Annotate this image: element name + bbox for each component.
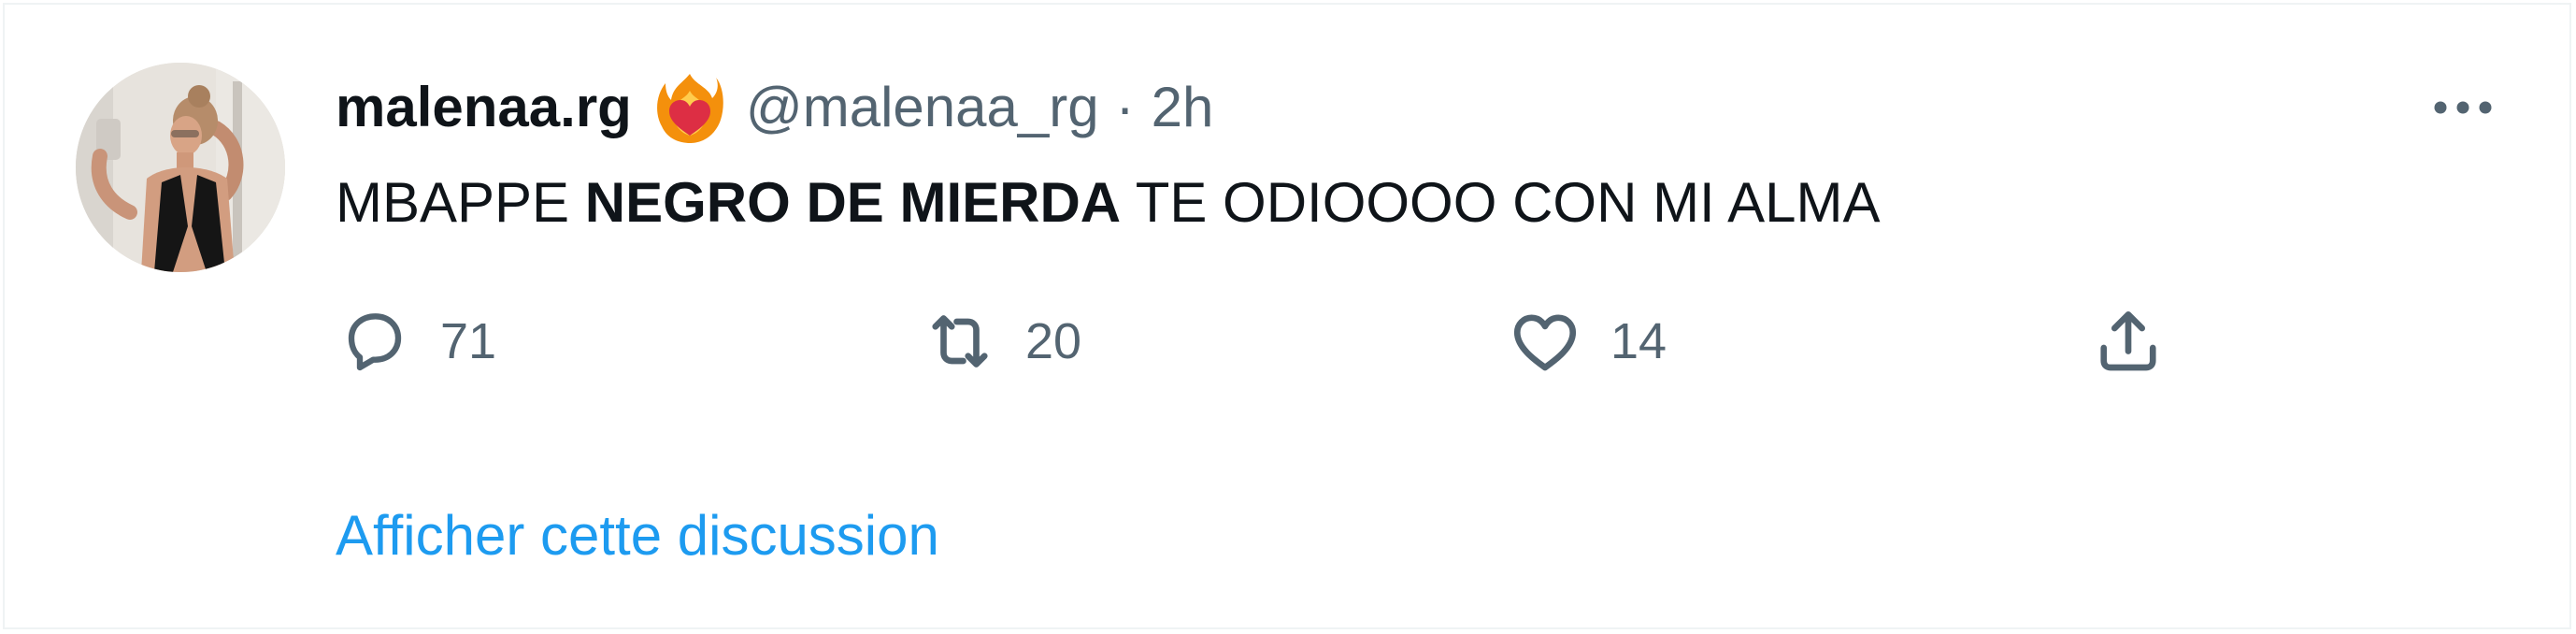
like-count: 14: [1610, 313, 1667, 369]
reply-count: 71: [440, 313, 497, 369]
tweet-text: MBAPPE NEGRO DE MIERDA TE ODIOOOO CON MI…: [336, 166, 1880, 240]
timestamp[interactable]: 2h: [1152, 70, 1214, 145]
tweet-actions: 71 20 14: [336, 295, 2205, 388]
avatar[interactable]: [76, 63, 285, 272]
reply-button[interactable]: 71: [336, 295, 496, 388]
tweet-header: malenaa.rg @malenaa_rg · 2h: [336, 70, 1213, 145]
tweet-text-part: TE ODIOOOO CON MI ALMA: [1121, 171, 1881, 234]
tweet-text-bold: NEGRO DE MIERDA: [584, 171, 1122, 234]
retweet-icon: [921, 302, 999, 381]
share-icon: [2089, 302, 2168, 381]
avatar-photo: [76, 63, 285, 272]
share-button[interactable]: [2089, 295, 2168, 388]
tweet-card[interactable]: malenaa.rg @malenaa_rg · 2h MBAPPE NEGRO…: [3, 3, 2571, 629]
show-thread-link[interactable]: Afficher cette discussion: [336, 498, 939, 573]
heart-icon: [1506, 302, 1584, 381]
author-handle[interactable]: @malenaa_rg: [746, 70, 1099, 145]
retweet-button[interactable]: 20: [921, 295, 1081, 388]
separator-dot: ·: [1115, 76, 1135, 138]
reply-icon: [336, 302, 414, 381]
heart-on-fire-icon: [654, 70, 725, 145]
tweet-text-part: MBAPPE: [336, 171, 585, 234]
more-horizontal-icon[interactable]: [2426, 79, 2500, 136]
author-name[interactable]: malenaa.rg: [336, 70, 632, 145]
retweet-count: 20: [1025, 313, 1082, 369]
like-button[interactable]: 14: [1506, 295, 1667, 388]
